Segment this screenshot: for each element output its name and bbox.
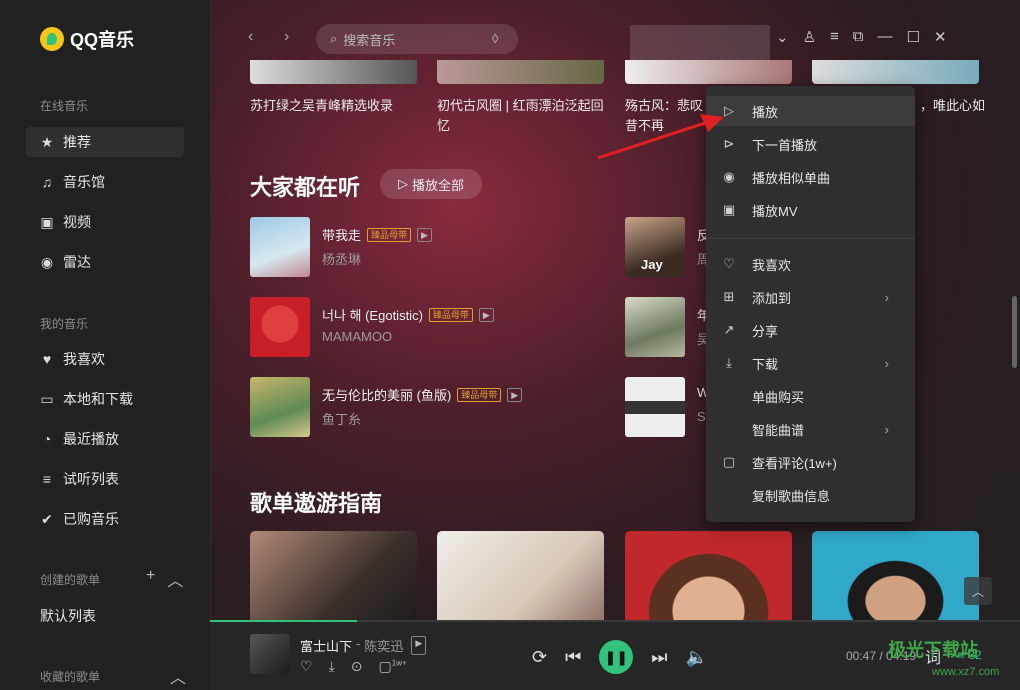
pause-button[interactable]: ❚❚ xyxy=(599,640,634,674)
comment-count: 1w+ xyxy=(391,658,407,668)
next-icon[interactable]: ⏭ xyxy=(651,647,667,668)
now-playing-title[interactable]: 富士山下 xyxy=(300,636,352,655)
now-playing-artist[interactable]: 陈奕迅 xyxy=(364,636,403,655)
time-current: 00:47 xyxy=(846,649,877,663)
more-icon[interactable]: ⊙ xyxy=(351,658,363,675)
scroll-to-top-button[interactable]: ︿ xyxy=(964,577,992,605)
watermark-url: www.xz7.com xyxy=(932,666,1000,678)
mv-icon[interactable]: ▶ xyxy=(411,636,427,655)
player-actions: ♡ ⤓ ⊙ ▢1w+ xyxy=(300,658,407,675)
repeat-icon[interactable]: ⟳ xyxy=(532,647,547,668)
playback-controls: ⟳ ⏮ ❚❚ ⏭ 🔈 xyxy=(532,640,708,674)
annotation-arrow-line xyxy=(597,120,709,160)
download-icon[interactable]: ⤓ xyxy=(329,658,335,675)
annotation-arrow xyxy=(597,114,724,160)
watermark: 极光下载站 xyxy=(888,640,978,660)
scrollbar[interactable] xyxy=(1012,296,1017,368)
previous-icon[interactable]: ⏮ xyxy=(565,647,581,668)
heart-icon[interactable]: ♡ xyxy=(300,658,313,675)
comment-icon[interactable]: ▢1w+ xyxy=(379,658,407,675)
now-playing-cover[interactable] xyxy=(250,634,290,674)
volume-icon[interactable]: 🔈 xyxy=(686,647,708,668)
